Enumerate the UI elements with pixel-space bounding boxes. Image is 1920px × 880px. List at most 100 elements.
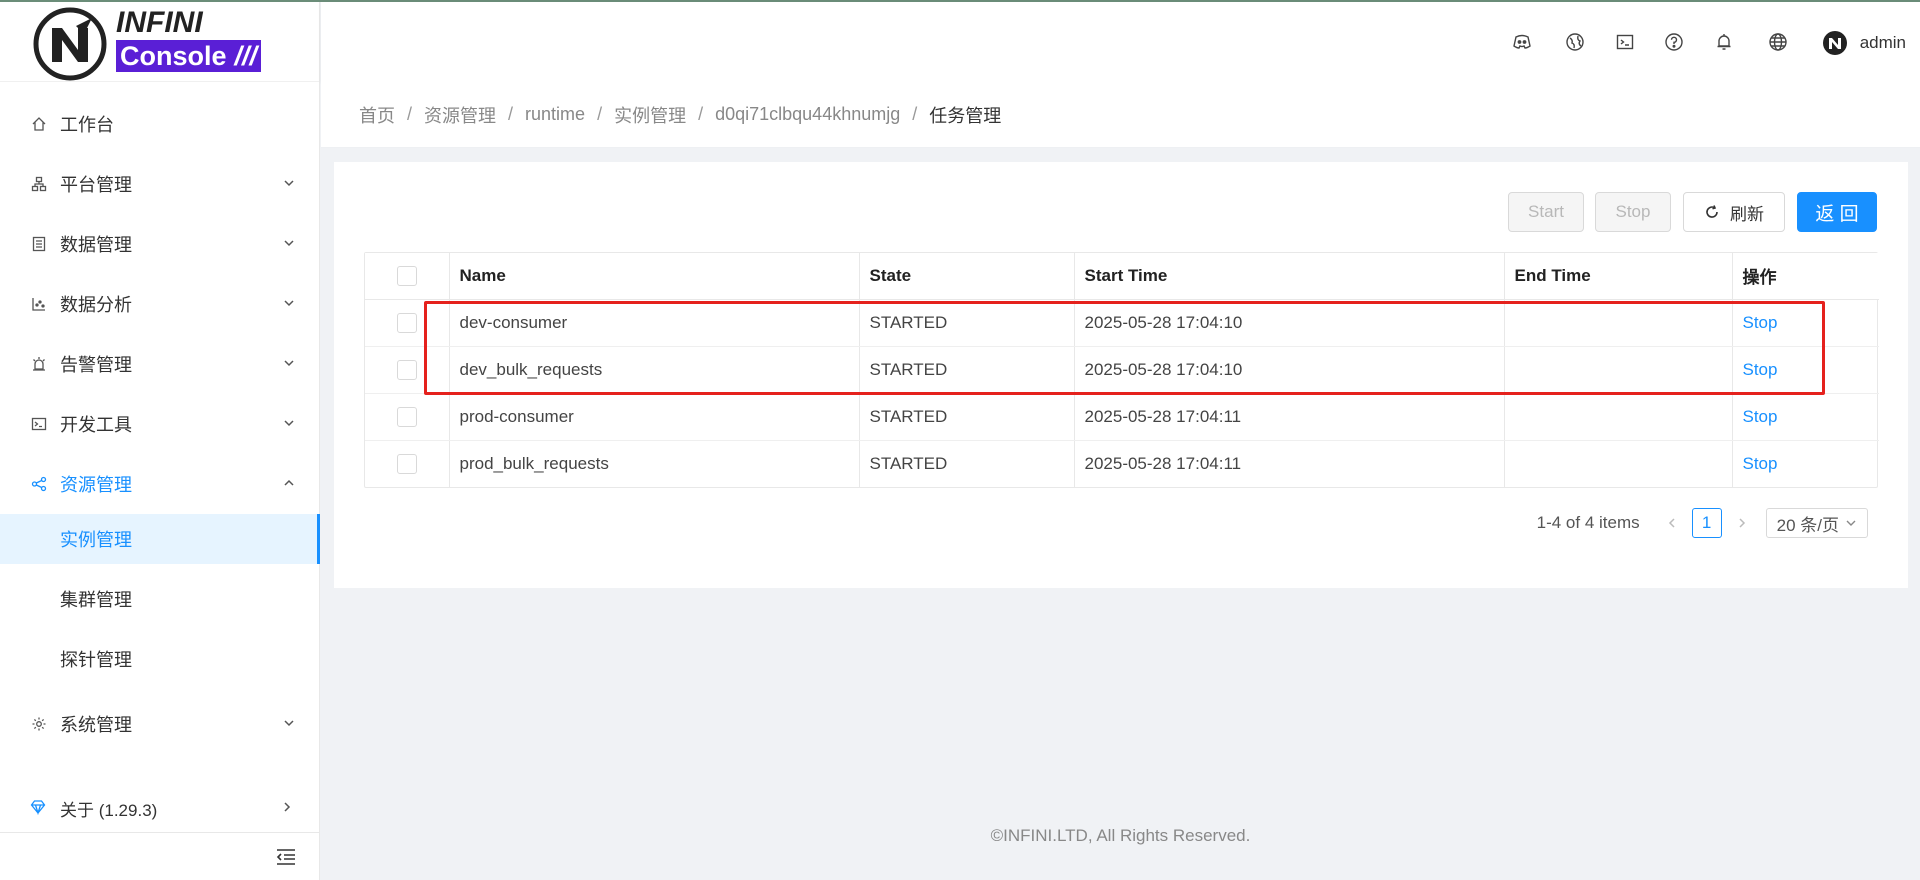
sidebar-item-analysis[interactable]: 数据分析 bbox=[0, 274, 320, 334]
language-icon[interactable] bbox=[1768, 32, 1788, 52]
row-select-cell bbox=[365, 393, 450, 441]
chart-icon bbox=[30, 295, 48, 313]
sidebar-subitem-instances[interactable]: 实例管理 bbox=[0, 514, 320, 564]
sidebar-subitem-clusters[interactable]: 集群管理 bbox=[0, 574, 320, 624]
breadcrumb-home[interactable]: 首页 bbox=[359, 102, 395, 128]
share-icon bbox=[30, 475, 48, 493]
row-checkbox[interactable] bbox=[396, 312, 417, 333]
sidebar-subitem-agents[interactable]: 探针管理 bbox=[0, 634, 320, 684]
help-icon[interactable] bbox=[1664, 32, 1684, 52]
page-size-select[interactable]: 20 条/页 bbox=[1765, 508, 1868, 538]
stop-button[interactable]: Stop bbox=[1595, 192, 1671, 232]
sidebar-item-workbench[interactable]: 工作台 bbox=[0, 94, 320, 154]
breadcrumb-separator: / bbox=[698, 104, 704, 124]
stop-link[interactable]: Stop bbox=[1743, 407, 1778, 426]
column-header-name: Name bbox=[449, 253, 860, 300]
stop-link[interactable]: Stop bbox=[1743, 454, 1778, 473]
cluster-icon bbox=[30, 175, 48, 193]
task-table: Name State Start Time End Time 操作 dev-co… bbox=[364, 252, 1879, 488]
row-checkbox[interactable] bbox=[396, 406, 417, 427]
breadcrumb-resources[interactable]: 资源管理 bbox=[424, 102, 496, 128]
table-row: prod_bulk_requests STARTED 2025-05-28 17… bbox=[365, 440, 1879, 487]
breadcrumb-separator: / bbox=[508, 104, 514, 124]
stop-link[interactable]: Stop bbox=[1743, 360, 1778, 379]
sidebar-item-devtools[interactable]: 开发工具 bbox=[0, 394, 320, 454]
back-button-label: 返 回 bbox=[1815, 203, 1859, 225]
sidebar-item-platform[interactable]: 平台管理 bbox=[0, 154, 320, 214]
breadcrumb-instances[interactable]: 实例管理 bbox=[614, 102, 686, 128]
sidebar-about[interactable]: 关于 (1.29.3) bbox=[0, 780, 320, 836]
console-icon[interactable] bbox=[1615, 32, 1635, 52]
table-row: dev-consumer STARTED 2025-05-28 17:04:10… bbox=[365, 299, 1879, 347]
sidebar-item-label: 数据管理 bbox=[60, 235, 132, 255]
gear-icon bbox=[30, 715, 48, 733]
page-number-current[interactable]: 1 bbox=[1691, 508, 1722, 538]
task-action-cell: Stop bbox=[1732, 393, 1879, 441]
task-name: prod-consumer bbox=[449, 393, 860, 441]
diamond-icon bbox=[30, 799, 48, 817]
column-header-start-time: Start Time bbox=[1074, 253, 1505, 300]
row-select-cell bbox=[365, 440, 450, 487]
sidebar-collapse-bar bbox=[0, 832, 320, 880]
username: admin bbox=[1859, 33, 1906, 52]
chevron-down-icon bbox=[1846, 520, 1856, 526]
prev-page-icon[interactable] bbox=[1662, 513, 1682, 533]
sidebar-item-label: 资源管理 bbox=[60, 475, 132, 495]
logo-word-console: Console /// bbox=[116, 40, 286, 72]
reload-icon bbox=[1706, 205, 1718, 218]
user-menu[interactable]: admin bbox=[1822, 30, 1906, 56]
table-header-row: Name State Start Time End Time 操作 bbox=[365, 253, 1879, 300]
breadcrumb-instance-id[interactable]: d0qi71clbqu44khnumjg bbox=[715, 104, 900, 125]
website-icon[interactable] bbox=[1565, 32, 1585, 52]
sidebar-item-label: 数据分析 bbox=[60, 295, 132, 315]
column-header-end-time: End Time bbox=[1504, 253, 1733, 300]
sidebar-item-resources[interactable]: 资源管理 bbox=[0, 454, 320, 514]
pagination: 1-4 of 4 items 1 20 条/页 bbox=[1537, 508, 1868, 538]
breadcrumb-runtime[interactable]: runtime bbox=[525, 104, 585, 125]
next-page-icon[interactable] bbox=[1732, 513, 1752, 533]
sidebar-item-system[interactable]: 系统管理 bbox=[0, 694, 320, 754]
sidebar: INFINI Console /// 工作台 平台管理 数据管理 数据分析 告警… bbox=[0, 2, 320, 880]
select-all-checkbox[interactable] bbox=[396, 266, 417, 286]
refresh-button[interactable]: 刷新 bbox=[1683, 192, 1785, 232]
task-state: STARTED bbox=[859, 393, 1075, 441]
app-logo[interactable]: INFINI Console /// bbox=[0, 2, 319, 82]
sidebar-item-label: 平台管理 bbox=[60, 175, 132, 195]
logo-wordmark: INFINI Console /// bbox=[116, 8, 286, 74]
table-row: prod-consumer STARTED 2025-05-28 17:04:1… bbox=[365, 393, 1879, 441]
task-start-time: 2025-05-28 17:04:11 bbox=[1074, 393, 1505, 441]
sidebar-item-label: 开发工具 bbox=[60, 415, 132, 435]
row-checkbox[interactable] bbox=[396, 454, 417, 474]
task-management-card: Start Stop 刷新 返 回 Name State Start Time … bbox=[334, 162, 1908, 588]
discord-icon[interactable] bbox=[1512, 32, 1532, 52]
sidebar-subitem-label: 实例管理 bbox=[60, 530, 132, 550]
chevron-right-icon bbox=[284, 802, 291, 812]
logo-slashes: /// bbox=[230, 40, 262, 72]
start-button[interactable]: Start bbox=[1508, 192, 1584, 232]
task-start-time: 2025-05-28 17:04:10 bbox=[1074, 346, 1505, 394]
chevron-down-icon bbox=[284, 240, 294, 247]
sidebar-item-label: 工作台 bbox=[60, 115, 114, 135]
home-icon bbox=[30, 115, 48, 133]
task-action-cell: Stop bbox=[1732, 299, 1879, 347]
chevron-down-icon bbox=[284, 720, 294, 727]
back-button[interactable]: 返 回 bbox=[1797, 192, 1877, 232]
stop-link[interactable]: Stop bbox=[1743, 313, 1778, 332]
start-button-label: Start bbox=[1528, 202, 1564, 221]
sidebar-item-data[interactable]: 数据管理 bbox=[0, 214, 320, 274]
task-name: dev-consumer bbox=[449, 299, 860, 347]
sidebar-menu: 工作台 平台管理 数据管理 数据分析 告警管理 开发工具 资源管理 实例管理 集… bbox=[0, 84, 320, 754]
menu-fold-icon[interactable] bbox=[274, 845, 298, 869]
alarm-icon bbox=[30, 355, 48, 373]
avatar bbox=[1822, 31, 1847, 55]
column-header-state: State bbox=[859, 253, 1075, 300]
breadcrumb-separator: / bbox=[597, 104, 603, 124]
sidebar-item-alerting[interactable]: 告警管理 bbox=[0, 334, 320, 394]
breadcrumb-separator: / bbox=[407, 104, 413, 124]
row-checkbox[interactable] bbox=[396, 359, 417, 380]
chevron-down-icon bbox=[284, 300, 294, 307]
bell-icon[interactable] bbox=[1714, 32, 1734, 52]
task-state: STARTED bbox=[859, 440, 1075, 487]
task-state: STARTED bbox=[859, 346, 1075, 394]
database-icon bbox=[30, 235, 48, 253]
